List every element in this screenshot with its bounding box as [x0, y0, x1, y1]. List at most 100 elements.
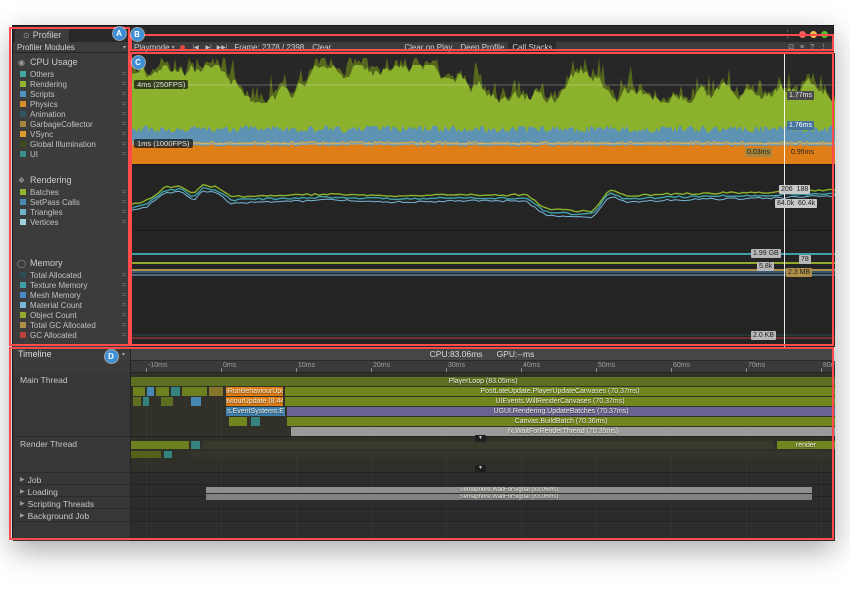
module-header-rendering[interactable]: ❖Rendering [13, 173, 130, 187]
thread-row-scripting-threads[interactable]: ▶Scripting Threads [13, 497, 130, 509]
timeline-sample[interactable] [161, 397, 173, 406]
thread-row-background-job[interactable]: ▶Background Job [13, 509, 130, 522]
timeline-sample[interactable] [203, 441, 773, 449]
record-button[interactable] [178, 42, 188, 52]
thread-row-render-thread[interactable]: Render Thread [13, 437, 130, 473]
timeline-sample[interactable] [191, 397, 201, 406]
timeline-track-area[interactable]: PlayerLoop (83.05ms)nRunBehaviourUpdPost… [131, 373, 835, 541]
drag-handle-icon[interactable]: = [122, 209, 126, 216]
timeline-sample[interactable] [131, 441, 189, 449]
legend-item-physics[interactable]: Physics= [13, 99, 130, 109]
drag-handle-icon[interactable]: = [122, 282, 126, 289]
context-menu-icon[interactable]: ⋮ [820, 43, 827, 51]
legend-item-mesh-memory[interactable]: Mesh Memory= [13, 290, 130, 300]
timeline-sample[interactable] [191, 451, 835, 458]
thread-row-main-thread[interactable]: Main Thread [13, 373, 130, 437]
drag-handle-icon[interactable]: = [122, 312, 126, 319]
thread-row-job[interactable]: ▶Job [13, 473, 130, 485]
legend-item-animation[interactable]: Animation= [13, 109, 130, 119]
timeline-sample-uievents-willrendercanvases-70-37ms[interactable]: UIEvents.WillRenderCanvases (70.37ms) [285, 397, 835, 406]
timeline-sample-nrunbehaviourupd[interactable]: nRunBehaviourUpd [226, 387, 283, 396]
view-list-icon[interactable]: ≡ [800, 44, 804, 51]
drag-handle-icon[interactable]: = [122, 189, 126, 196]
timeline-ruler[interactable]: -10ms0ms10ms20ms30ms40ms50ms60ms70ms80ms [131, 361, 835, 373]
thread-row-loading[interactable]: ▶Loading [13, 485, 130, 497]
drag-handle-icon[interactable]: = [122, 141, 126, 148]
timeline-sample[interactable] [251, 417, 260, 426]
profiler-modules-dropdown[interactable]: Profiler Modules ▾ [13, 42, 131, 52]
legend-item-gc-allocated[interactable]: GC Allocated= [13, 330, 130, 340]
foldout-arrow-icon[interactable]: ▶ [20, 500, 25, 507]
legend-item-vertices[interactable]: Vertices= [13, 217, 130, 227]
drag-handle-icon[interactable]: = [122, 131, 126, 138]
legend-item-vsync[interactable]: VSync= [13, 129, 130, 139]
foldout-arrow-icon[interactable]: ▶ [20, 512, 25, 519]
foldout-arrow-icon[interactable]: ▶ [20, 488, 25, 495]
legend-item-texture-memory[interactable]: Texture Memory= [13, 280, 130, 290]
module-header-cpu-usage[interactable]: ◉CPU Usage [13, 55, 130, 69]
clear-button[interactable]: Clear [312, 43, 331, 52]
timeline-sample[interactable] [133, 387, 145, 396]
drag-handle-icon[interactable]: = [122, 81, 126, 88]
timeline-sample[interactable] [171, 387, 180, 396]
module-header-memory[interactable]: ◯Memory [13, 256, 130, 270]
window-zoom-button[interactable] [821, 31, 828, 38]
drag-handle-icon[interactable]: = [122, 101, 126, 108]
legend-item-total-allocated[interactable]: Total Allocated= [13, 270, 130, 280]
jump-last-frame-button[interactable]: ▶▶| [217, 42, 228, 52]
timeline-sample[interactable] [164, 451, 172, 458]
legend-item-others[interactable]: Others= [13, 69, 130, 79]
timeline-sample-canvas-buildbatch-70-36ms[interactable]: Canvas.BuildBatch (70.36ms) [287, 417, 835, 426]
drag-handle-icon[interactable]: = [122, 322, 126, 329]
timeline-sample[interactable] [143, 397, 149, 406]
timeline-sample-playerloop-83-05ms[interactable]: PlayerLoop (83.05ms) [131, 377, 835, 386]
timeline-sample[interactable] [209, 387, 223, 396]
drag-handle-icon[interactable]: = [122, 332, 126, 339]
playmode-dropdown[interactable]: Playmode ▾ [134, 43, 175, 52]
call-stacks-button[interactable]: Call Stacks [508, 42, 556, 53]
timeline-sample[interactable] [229, 417, 247, 426]
timeline-sample-semaphore-waitforsignal-83-06ms[interactable]: Semaphore.WaitForSignal (83.06ms) [206, 494, 812, 500]
drag-handle-icon[interactable]: = [122, 219, 126, 226]
expand-marker[interactable]: ▼ [475, 465, 486, 472]
timeline-sample-render[interactable]: render [777, 441, 835, 449]
memory-chart[interactable]: 1.99 GB785.8k2.3 MB2.0 KB [131, 231, 835, 345]
timeline-sample-aviourupdate-8-44[interactable]: aviourUpdate (8.44 [226, 397, 283, 406]
timeline-sample-ugui-rendering-updatebatches-70-37ms[interactable]: UGUI.Rendering.UpdateBatches (70.37ms) [287, 407, 835, 416]
timeline-sample[interactable] [133, 397, 141, 406]
timeline-sample[interactable] [191, 441, 200, 449]
drag-handle-icon[interactable]: = [122, 151, 126, 158]
timeline-sample-semaphore-waitforsignal-83-06ms[interactable]: Semaphore.WaitForSignal (83.06ms) [206, 487, 812, 493]
preferences-icon[interactable]: ⊡ [788, 43, 794, 51]
legend-item-batches[interactable]: Batches= [13, 187, 130, 197]
expand-marker[interactable]: ▼ [475, 435, 486, 442]
timeline-sample[interactable] [147, 387, 154, 396]
next-frame-button[interactable]: ▶| [204, 42, 214, 52]
window-close-button[interactable] [799, 31, 806, 38]
drag-handle-icon[interactable]: = [122, 121, 126, 128]
timeline-sample[interactable] [156, 387, 169, 396]
tab-profiler[interactable]: ⊙ Profiler [15, 28, 69, 42]
legend-item-setpass-calls[interactable]: SetPass Calls= [13, 197, 130, 207]
jump-first-frame-button[interactable]: |◀ [191, 42, 201, 52]
drag-handle-icon[interactable]: = [122, 292, 126, 299]
drag-handle-icon[interactable]: = [122, 111, 126, 118]
legend-item-rendering[interactable]: Rendering= [13, 79, 130, 89]
rendering-chart[interactable]: 206 18884.0k 60.4k [131, 165, 835, 231]
timeline-sample[interactable] [182, 387, 207, 396]
legend-item-triangles[interactable]: Triangles= [13, 207, 130, 217]
cpu-usage-chart[interactable]: 4ms (250FPS)1ms (1000FPS)1.77ms1.76ms0.0… [131, 53, 835, 165]
timeline-sample[interactable] [131, 451, 161, 458]
timeline-view-dropdown[interactable]: Timeline ▾ [13, 347, 131, 361]
drag-handle-icon[interactable]: = [122, 199, 126, 206]
window-menu-icon[interactable]: ⋮ [783, 29, 792, 40]
drag-handle-icon[interactable]: = [122, 302, 126, 309]
legend-item-scripts[interactable]: Scripts= [13, 89, 130, 99]
timeline-sample-s-eventsystems-e[interactable]: s.EventSystems:E [226, 407, 285, 416]
timeline-sample-postlateupdate-playerupdatecanvases-70-3[interactable]: PostLateUpdate.PlayerUpdateCanvases (70.… [285, 387, 835, 396]
drag-handle-icon[interactable]: = [122, 91, 126, 98]
window-minimize-button[interactable] [810, 31, 817, 38]
drag-handle-icon[interactable]: = [122, 272, 126, 279]
legend-item-object-count[interactable]: Object Count= [13, 310, 130, 320]
legend-item-global-illumination[interactable]: Global Illumination= [13, 139, 130, 149]
